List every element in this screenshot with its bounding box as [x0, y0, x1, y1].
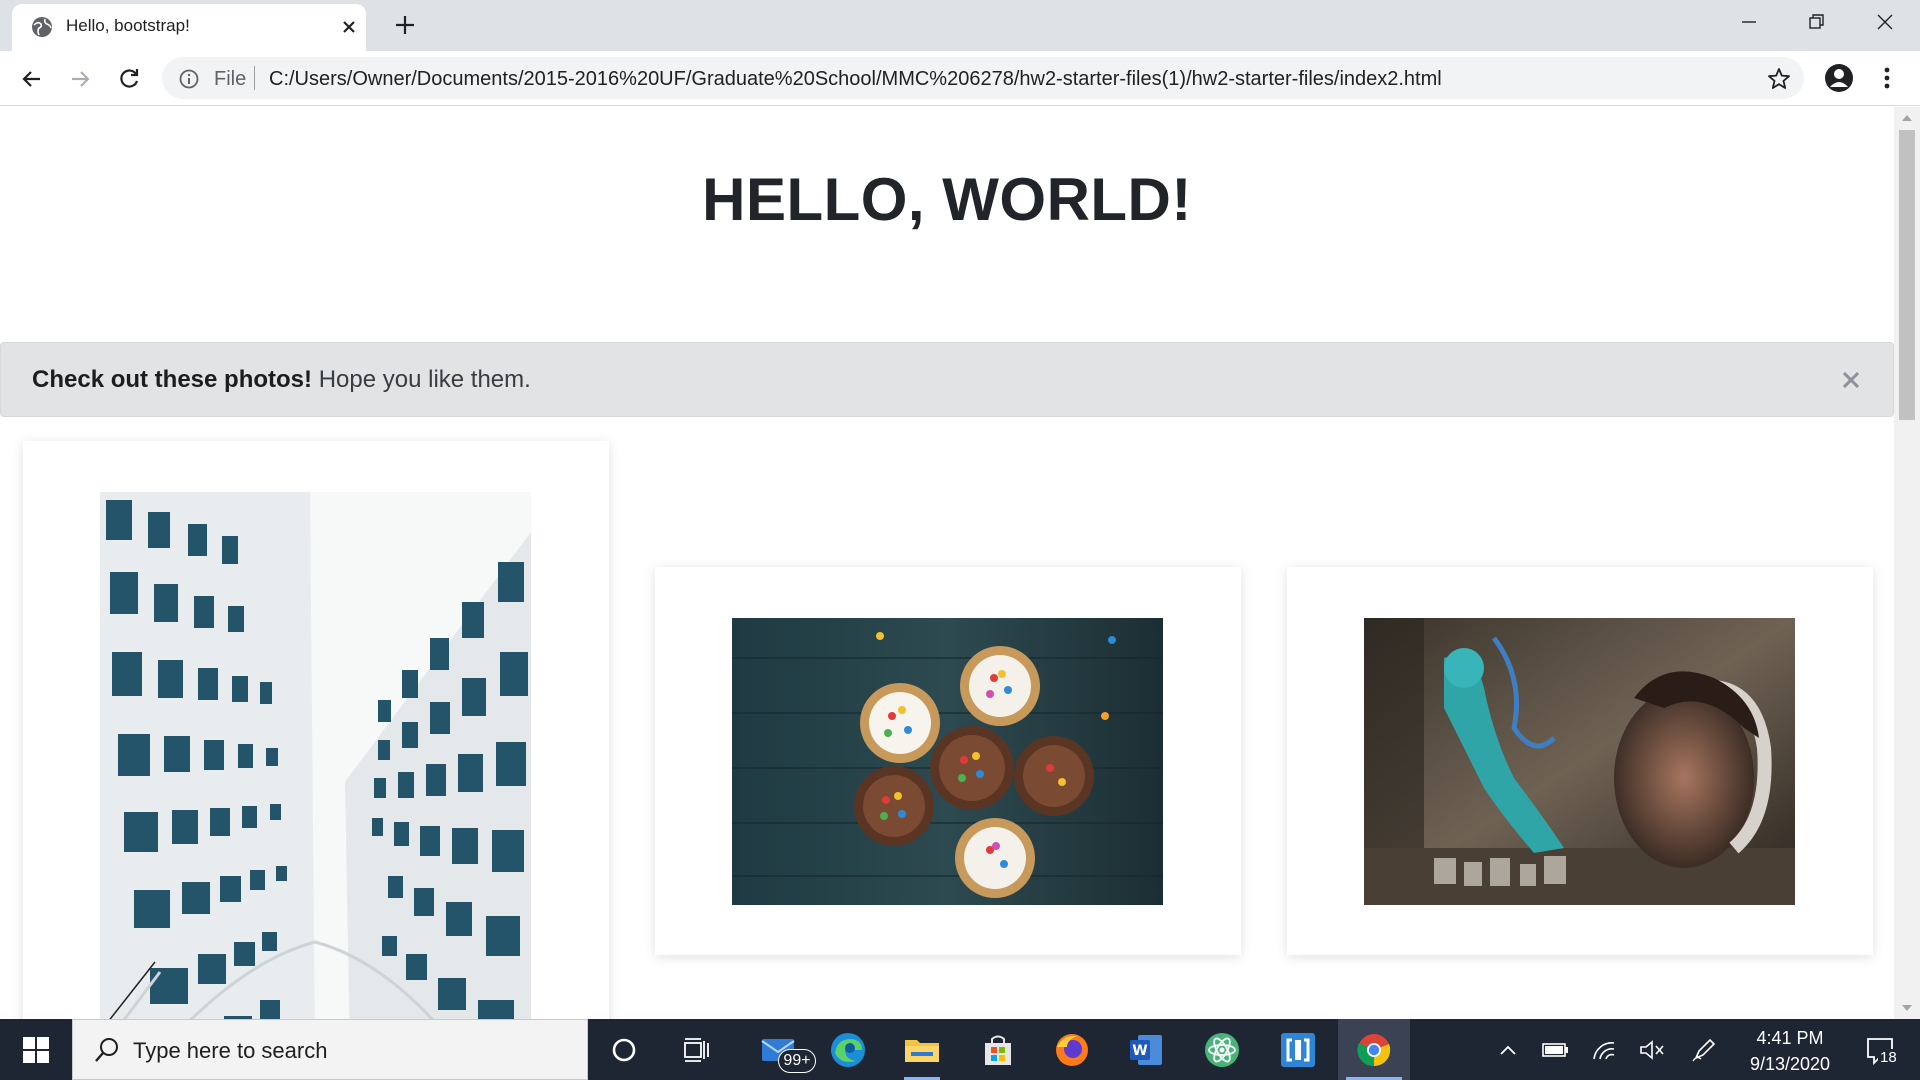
more-menu-icon[interactable] — [1875, 64, 1899, 92]
page-scrollbar[interactable] — [1894, 107, 1920, 1019]
wifi-icon — [1593, 1041, 1615, 1059]
svg-text:W: W — [1132, 1043, 1147, 1059]
show-hidden-icons-button[interactable] — [1486, 1019, 1530, 1080]
alert-banner: Check out these photos! Hope you like th… — [0, 342, 1894, 417]
alert-close-icon[interactable] — [1839, 368, 1863, 392]
restore-button[interactable] — [1788, 0, 1846, 44]
alert-message: Check out these photos! Hope you like th… — [32, 366, 531, 394]
clock-date: 9/13/2020 — [1749, 1054, 1831, 1074]
brackets-app-icon — [1281, 1032, 1315, 1067]
cortana-button[interactable] — [588, 1019, 660, 1080]
network-button[interactable] — [1582, 1019, 1626, 1080]
taskbar: Type here to search 99+ W 4:41 PM 9/13/2… — [0, 1019, 1920, 1080]
store-button[interactable] — [962, 1019, 1034, 1080]
reload-icon[interactable] — [115, 65, 143, 93]
taskbar-clock[interactable]: 4:41 PM 9/13/2020 — [1735, 1025, 1845, 1077]
chevron-up-icon — [1500, 1045, 1516, 1055]
browser-tab[interactable]: Hello, bootstrap! — [12, 4, 366, 51]
notification-count: 18 — [1878, 1049, 1899, 1066]
restore-icon — [1809, 14, 1824, 29]
scrollbar-thumb[interactable] — [1899, 130, 1915, 420]
url-text[interactable]: C:/Users/Owner/Documents/2015-2016%20UF/… — [269, 68, 1442, 91]
mail-unread-badge: 99+ — [778, 1049, 816, 1073]
action-center-button[interactable]: 18 — [1856, 1019, 1912, 1080]
edge-button[interactable] — [812, 1019, 884, 1080]
tab-strip: Hello, bootstrap! — [0, 0, 1920, 51]
word-icon: W — [1130, 1034, 1162, 1065]
close-icon — [1877, 14, 1893, 30]
firefox-button[interactable] — [1036, 1019, 1108, 1080]
close-tab-icon[interactable] — [336, 14, 362, 40]
word-button[interactable]: W — [1110, 1019, 1182, 1080]
folder-icon — [905, 1039, 939, 1062]
scroll-up-arrow-icon[interactable] — [1902, 115, 1912, 121]
search-icon — [95, 1038, 118, 1062]
cortana-circle-icon — [612, 1038, 636, 1061]
photo-card-cupcakes — [655, 567, 1241, 955]
new-tab-icon[interactable] — [390, 10, 420, 40]
browser-toolbar: File C:/Users/Owner/Documents/2015-2016%… — [0, 51, 1920, 106]
page-viewport: HELLO, WORLD! Check out these photos! Ho… — [0, 107, 1894, 1019]
store-bag-icon — [985, 1035, 1011, 1065]
profile-avatar-icon[interactable] — [1823, 62, 1855, 94]
cupcakes-photo — [732, 618, 1163, 905]
bracket-app-button[interactable] — [1262, 1019, 1334, 1080]
close-window-button[interactable] — [1856, 0, 1914, 44]
taskbar-search-box[interactable]: Type here to search — [72, 1019, 588, 1080]
pen-icon — [1692, 1038, 1716, 1061]
photo-card-graffiti — [1287, 567, 1873, 955]
forward-arrow-icon[interactable] — [66, 65, 94, 93]
omnibox-separator — [254, 66, 255, 90]
tab-title: Hello, bootstrap! — [66, 16, 190, 35]
info-icon[interactable] — [178, 68, 200, 90]
globe-icon — [32, 17, 52, 37]
firefox-icon — [1056, 1033, 1088, 1066]
windows-logo-icon — [23, 1036, 49, 1063]
alert-body-text: Hope you like them. — [312, 366, 531, 393]
chrome-icon — [1357, 1033, 1391, 1066]
file-scheme-label: File — [214, 68, 247, 90]
minimize-button[interactable] — [1720, 0, 1778, 44]
page-heading: HELLO, WORLD! — [702, 166, 1192, 233]
scroll-down-arrow-icon[interactable] — [1902, 1005, 1912, 1011]
minimize-icon — [1742, 21, 1756, 23]
volume-muted-icon — [1640, 1039, 1664, 1060]
atom-icon — [1205, 1032, 1239, 1067]
search-placeholder: Type here to search — [133, 1038, 328, 1063]
start-button[interactable] — [0, 1019, 72, 1080]
clock-time: 4:41 PM — [1756, 1028, 1824, 1048]
photo-card-building — [23, 441, 609, 1019]
volume-button[interactable] — [1630, 1019, 1674, 1080]
address-bar[interactable]: File C:/Users/Owner/Documents/2015-2016%… — [162, 57, 1804, 99]
chrome-button[interactable] — [1338, 1019, 1410, 1080]
edge-browser-icon — [831, 1032, 865, 1067]
task-view-icon — [684, 1037, 709, 1062]
battery-button[interactable] — [1534, 1019, 1578, 1080]
file-explorer-button[interactable] — [886, 1019, 958, 1080]
alert-strong-text: Check out these photos! — [32, 366, 313, 393]
back-arrow-icon[interactable] — [18, 65, 46, 93]
task-view-button[interactable] — [660, 1019, 732, 1080]
bookmark-star-icon[interactable] — [1766, 66, 1792, 92]
building-photo — [100, 492, 531, 1019]
pen-workspace-button[interactable] — [1682, 1019, 1726, 1080]
battery-icon — [1542, 1042, 1568, 1057]
atom-button[interactable] — [1186, 1019, 1258, 1080]
mail-app-button[interactable]: 99+ — [742, 1019, 816, 1080]
graffiti-photo — [1364, 618, 1795, 905]
